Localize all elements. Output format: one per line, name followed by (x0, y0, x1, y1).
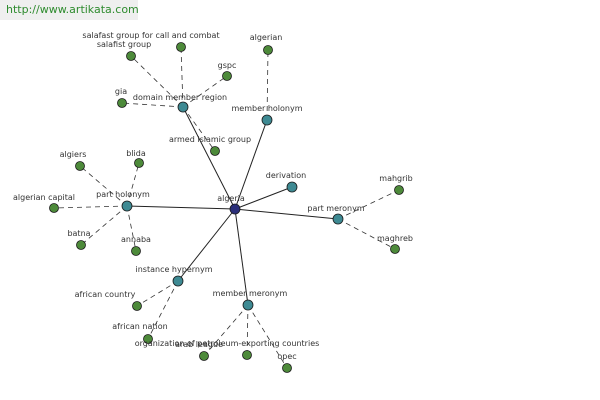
label-algerian: algerian (250, 33, 283, 42)
node-opec[interactable] (282, 363, 292, 373)
node-salafist[interactable] (126, 51, 136, 61)
label-gia: gia (115, 87, 127, 96)
node-domain-member-region[interactable] (177, 101, 189, 113)
labels-layer: algeria domain member region member holony… (13, 31, 413, 361)
label-blida: blida (126, 149, 146, 158)
label-member-meronym: member meronym (213, 289, 288, 298)
node-instance-hypernym[interactable] (172, 275, 184, 287)
edge-domain-member-region-to-gspc (182, 75, 228, 108)
label-armed-islamic-group: armed islamic group (169, 135, 251, 144)
node-batna[interactable] (76, 240, 86, 250)
label-opec-full: organization of petroleum-exporting coun… (135, 339, 320, 348)
node-annaba[interactable] (131, 246, 141, 256)
node-gspc[interactable] (222, 71, 232, 81)
node-member-meronym[interactable] (242, 299, 254, 311)
label-algerian-capital: algerian capital (13, 193, 75, 202)
edge-part-holonym-to-annaba (126, 205, 137, 252)
label-arab-league: arab league (175, 340, 223, 349)
edge-algeria-to-part-holonym (126, 205, 236, 210)
node-mahgrib[interactable] (394, 185, 404, 195)
label-member-holonym: member holonym (231, 104, 302, 113)
edge-part-holonym-to-algiers (79, 165, 128, 207)
label-batna: batna (67, 229, 90, 238)
node-african-country[interactable] (132, 301, 142, 311)
node-armed-islamic-group[interactable] (210, 146, 220, 156)
node-algiers[interactable] (75, 161, 85, 171)
label-gspc: gspc (218, 61, 237, 70)
label-instance-hypernym: instance hypernym (136, 265, 213, 274)
node-member-holonym[interactable] (261, 114, 273, 126)
label-maghreb: maghreb (377, 234, 413, 243)
label-domain-member-region: domain member region (133, 93, 227, 102)
edge-domain-member-region-to-gia (121, 102, 184, 108)
edge-domain-member-region-to-armed-islamic-group (182, 106, 216, 152)
label-salafist: salafist group (97, 40, 151, 49)
node-salafast[interactable] (176, 42, 186, 52)
edge-part-holonym-to-blida (126, 162, 140, 207)
relation-graph: algeria domain member region member holony… (13, 31, 413, 373)
label-mahgrib: mahgrib (379, 174, 412, 183)
label-african-country: african country (75, 290, 136, 299)
node-algeria[interactable] (229, 203, 241, 215)
node-part-holonym[interactable] (121, 200, 133, 212)
label-algiers: algiers (60, 150, 87, 159)
node-blida[interactable] (134, 158, 144, 168)
label-derivation: derivation (266, 171, 306, 180)
label-opec: opec (277, 352, 296, 361)
node-part-meronym[interactable] (332, 213, 344, 225)
node-algerian[interactable] (263, 45, 273, 55)
label-salafast: salafast group for call and combat (82, 31, 219, 40)
label-part-meronym: part meronym (307, 204, 364, 213)
label-african-nation: african nation (112, 322, 167, 331)
node-algerian-capital[interactable] (49, 203, 59, 213)
label-annaba: annaba (121, 235, 151, 244)
node-maghreb[interactable] (390, 244, 400, 254)
node-arab-league[interactable] (199, 351, 209, 361)
label-algeria: algeria (217, 194, 245, 203)
node-derivation[interactable] (286, 181, 298, 193)
node-gia[interactable] (117, 98, 127, 108)
label-part-holonym: part holonym (96, 190, 150, 199)
node-opec-full[interactable] (242, 350, 252, 360)
edge-part-holonym-to-algerian-capital (53, 205, 128, 209)
